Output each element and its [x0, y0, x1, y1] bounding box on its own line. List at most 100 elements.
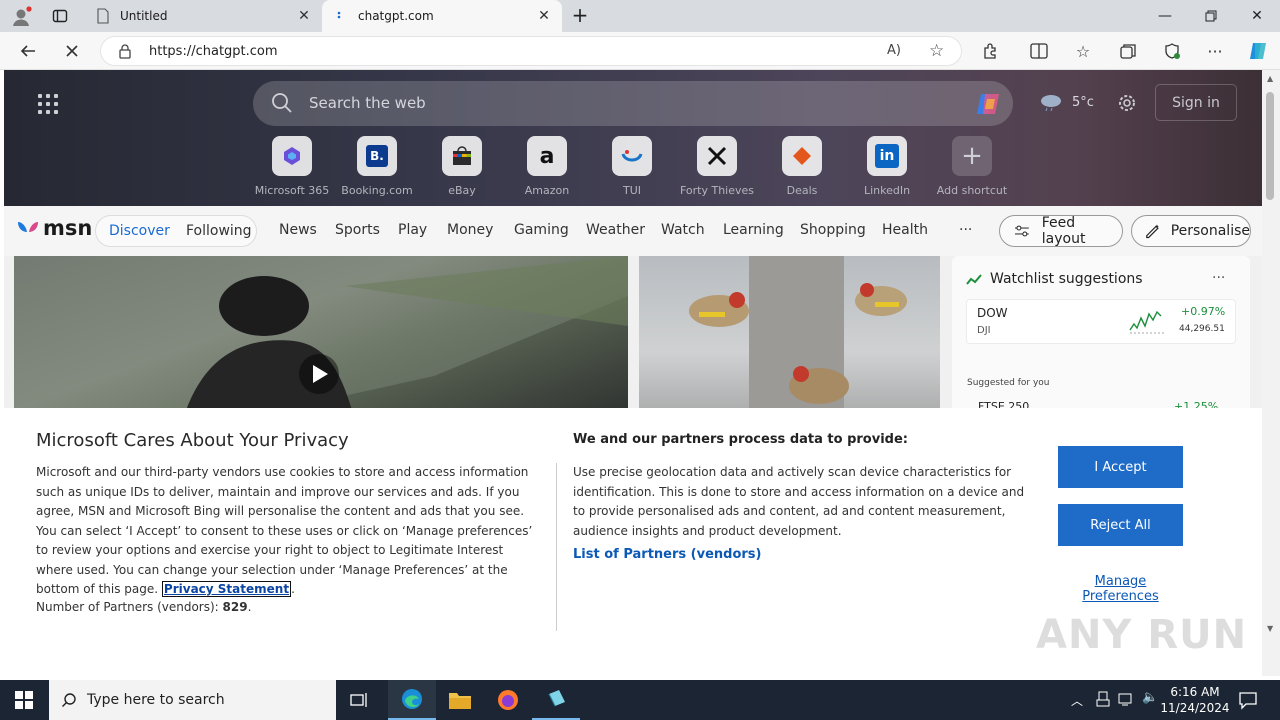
shortcut-label: Amazon: [524, 184, 570, 197]
tab-chatgpt[interactable]: chatgpt.com ✕: [322, 0, 562, 32]
new-tab-icon[interactable]: +: [570, 5, 590, 26]
lock-icon[interactable]: [118, 43, 132, 59]
tab-discover[interactable]: Discover: [109, 223, 170, 239]
nav-health[interactable]: Health: [882, 222, 928, 238]
usb-icon[interactable]: [1096, 691, 1110, 707]
stop-loading-icon[interactable]: [57, 36, 87, 66]
accept-button[interactable]: I Accept: [1058, 446, 1183, 488]
browser-essentials-icon[interactable]: [1157, 36, 1187, 66]
windows-taskbar: Type here to search ︿ 🔈 6:16 AM 11/24/20…: [0, 680, 1280, 720]
minimize-icon[interactable]: —: [1142, 0, 1188, 32]
copilot-icon[interactable]: [1243, 36, 1273, 66]
msn-butterfly-icon: [18, 222, 38, 232]
privacy-statement-link[interactable]: Privacy Statement: [161, 581, 292, 597]
web-search-box[interactable]: Search the web: [253, 81, 1013, 126]
task-view-icon[interactable]: [336, 680, 384, 720]
shortcut-add[interactable]: + Add shortcut: [932, 136, 1012, 197]
amazon-icon: a: [527, 136, 567, 176]
nav-learning[interactable]: Learning: [723, 222, 784, 238]
shortcut-microsoft-365[interactable]: Microsoft 365: [252, 136, 332, 197]
nav-news[interactable]: News: [279, 222, 317, 238]
nav-sports[interactable]: Sports: [335, 222, 380, 238]
shortcut-ebay[interactable]: eBay: [422, 136, 502, 197]
nav-play[interactable]: Play: [398, 222, 427, 238]
divider: [556, 463, 557, 631]
nav-more-icon[interactable]: ···: [959, 222, 972, 238]
search-icon: [272, 93, 292, 113]
notepad-icon[interactable]: [532, 680, 580, 720]
msn-logo[interactable]: msn: [16, 216, 92, 240]
favorites-icon[interactable]: ☆: [1068, 36, 1098, 66]
nav-money[interactable]: Money: [447, 222, 493, 238]
system-clock[interactable]: 6:16 AM 11/24/2024: [1160, 684, 1230, 716]
sign-in-button[interactable]: Sign in: [1155, 84, 1237, 121]
windows-start-icon[interactable]: [0, 680, 48, 720]
page-scrollbar[interactable]: ▲ ▼: [1262, 70, 1280, 676]
sliders-icon: [1014, 225, 1029, 237]
apps-launcher-icon[interactable]: [38, 94, 58, 114]
favorite-star-icon[interactable]: ☆: [929, 41, 947, 61]
more-options-icon[interactable]: ···: [1200, 36, 1230, 66]
nav-gaming[interactable]: Gaming: [514, 222, 569, 238]
nav-shopping[interactable]: Shopping: [800, 222, 866, 238]
shortcut-tui[interactable]: TUI: [592, 136, 672, 197]
read-aloud-icon[interactable]: A): [887, 43, 905, 61]
tab-label: chatgpt.com: [358, 9, 434, 23]
stock-change: +0.97%: [1181, 305, 1226, 318]
firefox-icon[interactable]: [484, 680, 532, 720]
reject-all-button[interactable]: Reject All: [1058, 504, 1183, 546]
partners-list-link[interactable]: List of Partners (vendors): [573, 547, 761, 562]
shortcut-label: Microsoft 365: [254, 184, 330, 197]
file-explorer-icon[interactable]: [436, 680, 484, 720]
shortcut-label: eBay: [448, 184, 476, 197]
manage-preferences-link[interactable]: Manage Preferences: [1058, 574, 1183, 604]
profile-icon[interactable]: [10, 6, 32, 28]
video-card[interactable]: [14, 256, 628, 416]
shortcut-booking[interactable]: B. Booking.com: [337, 136, 417, 197]
close-tab-icon[interactable]: ✕: [534, 8, 554, 24]
address-bar[interactable]: https://chatgpt.com A) ☆: [100, 36, 962, 66]
scroll-down-icon[interactable]: ▼: [1267, 624, 1273, 633]
scrollbar-thumb[interactable]: [1266, 92, 1274, 200]
gear-icon[interactable]: [1116, 92, 1138, 114]
personalise-button[interactable]: Personalise: [1131, 215, 1251, 247]
close-tab-icon[interactable]: ✕: [294, 8, 314, 24]
watchlist-more-icon[interactable]: ···: [1212, 270, 1225, 286]
restore-icon[interactable]: [1188, 0, 1234, 32]
tab-untitled[interactable]: Untitled ✕: [86, 0, 322, 32]
watchlist-item[interactable]: DOW DJI +0.97% 44,296.51: [966, 299, 1236, 344]
extensions-icon[interactable]: [976, 36, 1006, 66]
shortcut-deals[interactable]: Deals: [762, 136, 842, 197]
tab-following[interactable]: Following: [186, 223, 252, 239]
goldfinch-card[interactable]: [639, 256, 940, 416]
show-hidden-icons-icon[interactable]: ︿: [1071, 692, 1083, 709]
split-screen-icon[interactable]: [1024, 36, 1054, 66]
shortcut-linkedin[interactable]: in LinkedIn: [847, 136, 927, 197]
ebay-icon: [442, 136, 482, 176]
edge-taskbar-icon[interactable]: [388, 680, 436, 720]
weather-widget[interactable]: 5°c: [1038, 92, 1094, 112]
volume-icon[interactable]: 🔈: [1142, 690, 1158, 705]
shortcut-forty-thieves[interactable]: Forty Thieves: [677, 136, 757, 197]
suggested-label: Suggested for you: [967, 378, 1050, 388]
shortcut-amazon[interactable]: a Amazon: [507, 136, 587, 197]
goldfinch-image: [689, 256, 907, 416]
page-icon: [96, 8, 110, 24]
temperature: 5°c: [1072, 94, 1094, 110]
scroll-up-icon[interactable]: ▲: [1267, 74, 1273, 83]
collections-icon[interactable]: [1113, 36, 1143, 66]
watchlist-title: Watchlist suggestions: [990, 271, 1143, 287]
clock-time: 6:16 AM: [1170, 685, 1220, 699]
browser-tab-bar: Untitled ✕ chatgpt.com ✕ + — ✕: [0, 0, 1280, 32]
taskbar-search-box[interactable]: Type here to search: [49, 680, 336, 720]
back-arrow-icon[interactable]: [13, 36, 43, 66]
network-icon[interactable]: [1118, 691, 1136, 707]
clock-date: 11/24/2024: [1160, 701, 1230, 715]
nav-watch[interactable]: Watch: [661, 222, 705, 238]
tab-actions-icon[interactable]: [52, 8, 68, 24]
nav-weather[interactable]: Weather: [586, 222, 645, 238]
copilot-icon[interactable]: [973, 89, 1003, 119]
feed-layout-button[interactable]: Feed layout: [999, 215, 1123, 247]
close-window-icon[interactable]: ✕: [1234, 0, 1280, 32]
notifications-icon[interactable]: [1238, 690, 1258, 710]
